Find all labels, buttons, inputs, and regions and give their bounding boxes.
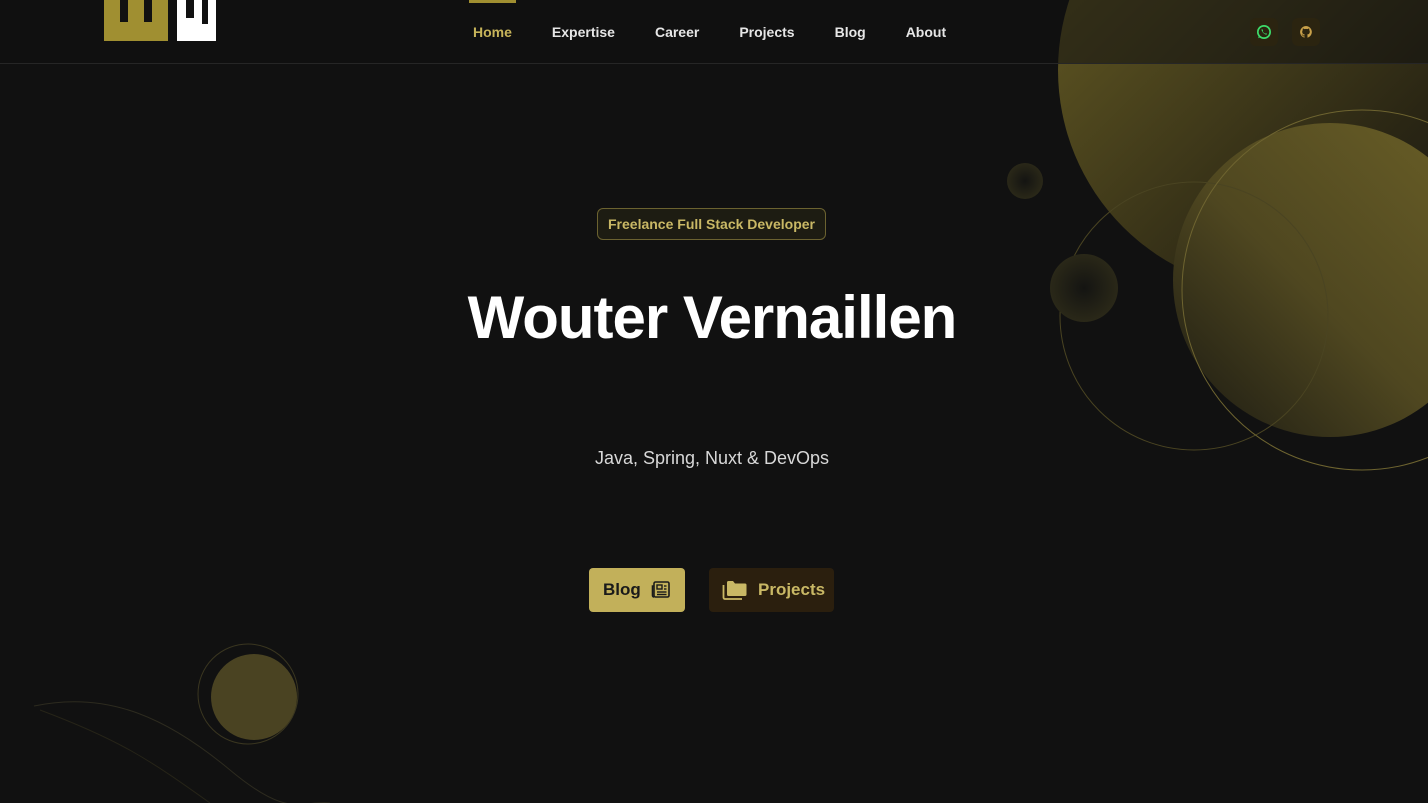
folders-icon (722, 581, 747, 600)
nav-item-projects[interactable]: Projects (739, 0, 794, 64)
github-icon (1300, 26, 1312, 38)
logo-w-shape (104, 0, 168, 41)
background-decoration (33, 0, 1428, 803)
newspaper-icon (651, 581, 670, 598)
nav-item-expertise[interactable]: Expertise (552, 0, 615, 64)
page: Home Expertise Career Projects Blog Abou… (0, 0, 1428, 803)
github-button[interactable] (1292, 18, 1320, 46)
nav-item-blog[interactable]: Blog (835, 0, 866, 64)
logo[interactable] (104, 0, 216, 41)
logo-v-shape (177, 0, 216, 41)
deco-dot-2 (1007, 163, 1043, 199)
nav-item-career[interactable]: Career (655, 0, 699, 64)
whatsapp-icon (1257, 25, 1271, 39)
nav-item-home[interactable]: Home (469, 0, 516, 64)
role-badge: Freelance Full Stack Developer (597, 208, 826, 240)
deco-curve-1 (33, 701, 331, 803)
blog-button-label: Blog (603, 580, 641, 599)
projects-button-label: Projects (758, 580, 826, 599)
deco-ring-bottom (197, 643, 299, 745)
deco-curve-2 (39, 709, 211, 803)
nav-item-about[interactable]: About (906, 0, 946, 64)
whatsapp-button[interactable] (1250, 18, 1278, 46)
site-header: Home Expertise Career Projects Blog Abou… (0, 0, 1428, 64)
hero-subtitle: Java, Spring, Nuxt & DevOps (594, 448, 830, 468)
projects-button[interactable]: Projects (709, 568, 834, 612)
blog-button[interactable]: Blog (589, 568, 685, 612)
main-nav: Home Expertise Career Projects Blog Abou… (469, 0, 946, 64)
deco-circle-bottom (211, 654, 297, 740)
page-title: Wouter Vernaillen (467, 284, 958, 351)
